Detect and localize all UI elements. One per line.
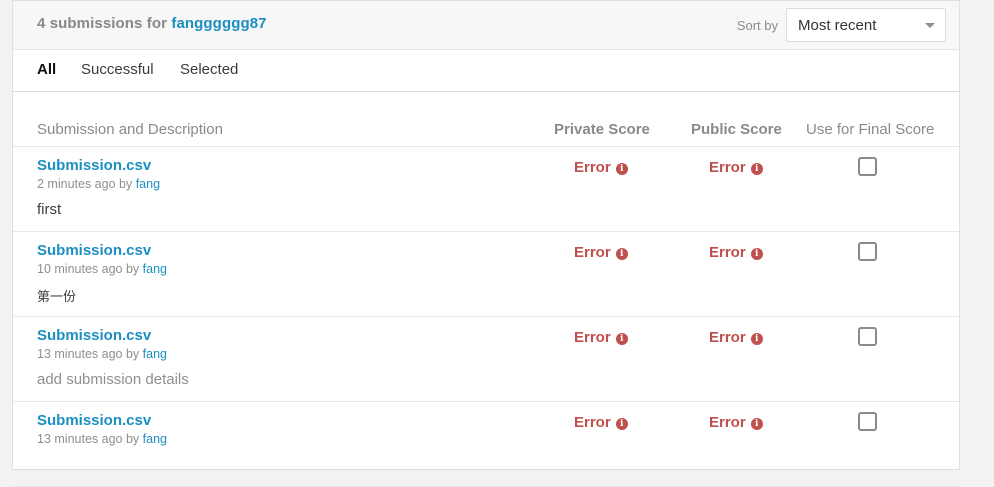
submitter-link[interactable]: fang [143, 262, 167, 276]
tab-successful[interactable]: Successful [81, 61, 154, 78]
private-score-error: Error i [574, 244, 628, 261]
table-row: Submission.csv 10 minutes ago by fang 第一… [13, 232, 959, 317]
submission-time: 10 minutes ago by [37, 262, 140, 276]
sort-selected-value: Most recent [798, 17, 877, 34]
info-circle-icon[interactable]: i [615, 163, 628, 175]
submissions-count-title: 4 submissions for fangggggg87 [37, 15, 267, 32]
private-score-error: Error i [574, 159, 628, 176]
info-circle-icon[interactable]: i [750, 163, 763, 175]
private-score-error-text: Error [574, 244, 611, 261]
submission-description: first [37, 201, 62, 218]
public-score-error: Error i [709, 329, 763, 346]
public-score-error: Error i [709, 159, 763, 176]
column-header-public-score: Public Score [691, 121, 782, 138]
submission-file-link[interactable]: Submission.csv [37, 242, 151, 259]
caret-down-icon [925, 23, 935, 28]
public-score-error-text: Error [709, 244, 746, 261]
public-score-error-text: Error [709, 159, 746, 176]
table-header: Submission and Description Private Score… [13, 92, 959, 147]
submission-time: 13 minutes ago by [37, 432, 140, 446]
public-score-error-text: Error [709, 414, 746, 431]
submitter-link[interactable]: fang [143, 347, 167, 361]
submission-meta: 10 minutes ago by fang [37, 262, 167, 276]
submission-meta: 13 minutes ago by fang [37, 432, 167, 446]
table-row: Submission.csv 13 minutes ago by fang Er… [13, 402, 959, 487]
final-score-checkbox[interactable] [858, 157, 877, 176]
submission-file-link[interactable]: Submission.csv [37, 327, 151, 344]
column-header-final-score: Use for Final Score [806, 121, 935, 138]
private-score-error-text: Error [574, 159, 611, 176]
private-score-error: Error i [574, 329, 628, 346]
tab-all[interactable]: All [37, 61, 56, 78]
table-row: Submission.csv 13 minutes ago by fang ad… [13, 317, 959, 402]
submitter-link[interactable]: fang [143, 432, 167, 446]
info-circle-icon[interactable]: i [615, 248, 628, 260]
private-score-error-text: Error [574, 414, 611, 431]
sort-select[interactable]: Most recent [786, 8, 946, 42]
submission-description: 第一份 [37, 290, 77, 305]
private-score-error-text: Error [574, 329, 611, 346]
tab-selected[interactable]: Selected [180, 61, 238, 78]
table-row: Submission.csv 2 minutes ago by fang fir… [13, 147, 959, 232]
info-circle-icon[interactable]: i [750, 333, 763, 345]
submissions-panel: 4 submissions for fangggggg87 Sort by Mo… [12, 0, 960, 487]
submission-file-link[interactable]: Submission.csv [37, 412, 151, 429]
submission-meta: 13 minutes ago by fang [37, 347, 167, 361]
column-header-private-score: Private Score [554, 121, 650, 138]
public-score-error: Error i [709, 244, 763, 261]
public-score-error-text: Error [709, 329, 746, 346]
info-circle-icon[interactable]: i [750, 248, 763, 260]
sort-label: Sort by [736, 18, 778, 33]
submission-meta: 2 minutes ago by fang [37, 177, 160, 191]
private-score-error: Error i [574, 414, 628, 431]
submissions-count-text: 4 submissions for [37, 15, 168, 32]
username-link[interactable]: fangggggg87 [171, 15, 266, 32]
add-description-link[interactable]: add submission details [37, 371, 189, 388]
info-circle-icon[interactable]: i [615, 418, 628, 430]
filter-tabs: All Successful Selected [13, 50, 959, 92]
submission-file-link[interactable]: Submission.csv [37, 157, 151, 174]
public-score-error: Error i [709, 414, 763, 431]
submissions-header: 4 submissions for fangggggg87 Sort by Mo… [13, 1, 959, 50]
submitter-link[interactable]: fang [136, 177, 160, 191]
column-header-submission: Submission and Description [37, 121, 223, 138]
final-score-checkbox[interactable] [858, 412, 877, 431]
final-score-checkbox[interactable] [858, 242, 877, 261]
submission-time: 13 minutes ago by [37, 347, 140, 361]
info-circle-icon[interactable]: i [615, 333, 628, 345]
info-circle-icon[interactable]: i [750, 418, 763, 430]
submission-time: 2 minutes ago by [37, 177, 133, 191]
final-score-checkbox[interactable] [858, 327, 877, 346]
